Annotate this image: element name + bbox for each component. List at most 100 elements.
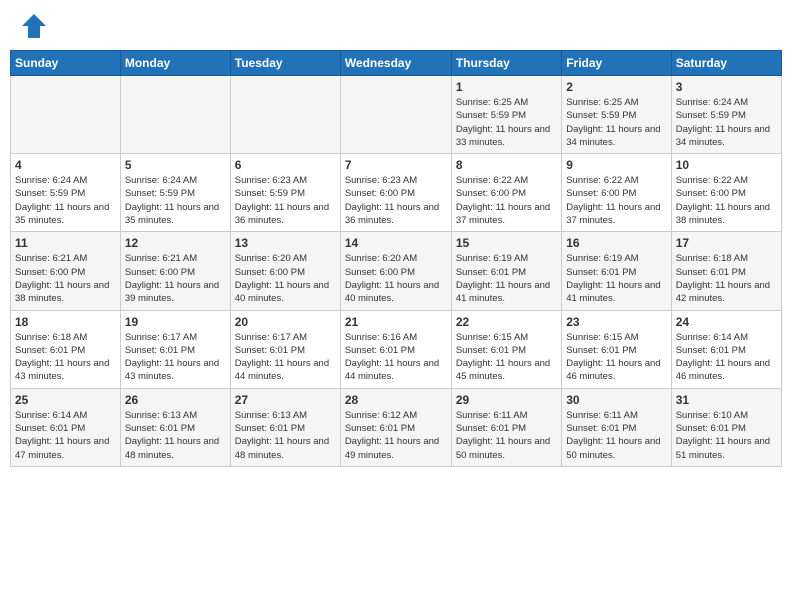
day-number: 27: [235, 393, 336, 407]
day-info: Sunrise: 6:19 AM Sunset: 6:01 PM Dayligh…: [566, 252, 666, 305]
calendar-cell: 14 Sunrise: 6:20 AM Sunset: 6:00 PM Dayli…: [340, 232, 451, 310]
day-number: 1: [456, 80, 557, 94]
calendar-cell: 24 Sunrise: 6:14 AM Sunset: 6:01 PM Dayli…: [671, 310, 781, 388]
calendar-header-row: SundayMondayTuesdayWednesdayThursdayFrid…: [11, 51, 782, 76]
calendar-cell: 19 Sunrise: 6:17 AM Sunset: 6:01 PM Dayli…: [120, 310, 230, 388]
calendar-cell: 9 Sunrise: 6:22 AM Sunset: 6:00 PM Daylig…: [562, 154, 671, 232]
day-info: Sunrise: 6:21 AM Sunset: 6:00 PM Dayligh…: [15, 252, 116, 305]
day-number: 23: [566, 315, 666, 329]
day-info: Sunrise: 6:22 AM Sunset: 6:00 PM Dayligh…: [676, 174, 777, 227]
calendar-cell: 22Sunrise: 6:15 AM Sunset: 6:01 PM Dayli…: [451, 310, 561, 388]
weekday-header: Tuesday: [230, 51, 340, 76]
calendar-cell: 6 Sunrise: 6:23 AM Sunset: 5:59 PM Daylig…: [230, 154, 340, 232]
day-info: Sunrise: 6:25 AM Sunset: 5:59 PM Dayligh…: [566, 96, 666, 149]
day-info: Sunrise: 6:24 AM Sunset: 5:59 PM Dayligh…: [15, 174, 116, 227]
page-header: [10, 10, 782, 42]
day-info: Sunrise: 6:18 AM Sunset: 6:01 PM Dayligh…: [676, 252, 777, 305]
weekday-header: Wednesday: [340, 51, 451, 76]
calendar-cell: [230, 76, 340, 154]
calendar-cell: 28 Sunrise: 6:12 AM Sunset: 6:01 PM Dayli…: [340, 388, 451, 466]
day-number: 5: [125, 158, 226, 172]
day-number: 21: [345, 315, 447, 329]
calendar-cell: 5 Sunrise: 6:24 AM Sunset: 5:59 PM Daylig…: [120, 154, 230, 232]
weekday-header: Sunday: [11, 51, 121, 76]
day-info: Sunrise: 6:22 AM Sunset: 6:00 PM Dayligh…: [456, 174, 557, 227]
day-info: Sunrise: 6:17 AM Sunset: 6:01 PM Dayligh…: [235, 331, 336, 384]
day-info: Sunrise: 6:12 AM Sunset: 6:01 PM Dayligh…: [345, 409, 447, 462]
day-number: 28: [345, 393, 447, 407]
calendar-cell: 26Sunrise: 6:13 AM Sunset: 6:01 PM Dayli…: [120, 388, 230, 466]
day-info: Sunrise: 6:17 AM Sunset: 6:01 PM Dayligh…: [125, 331, 226, 384]
day-number: 16: [566, 236, 666, 250]
weekday-header: Friday: [562, 51, 671, 76]
day-number: 2: [566, 80, 666, 94]
day-info: Sunrise: 6:15 AM Sunset: 6:01 PM Dayligh…: [566, 331, 666, 384]
calendar-cell: 20 Sunrise: 6:17 AM Sunset: 6:01 PM Dayli…: [230, 310, 340, 388]
day-number: 19: [125, 315, 226, 329]
calendar-cell: 16 Sunrise: 6:19 AM Sunset: 6:01 PM Dayli…: [562, 232, 671, 310]
calendar-cell: 30Sunrise: 6:11 AM Sunset: 6:01 PM Dayli…: [562, 388, 671, 466]
day-number: 14: [345, 236, 447, 250]
calendar-cell: 23 Sunrise: 6:15 AM Sunset: 6:01 PM Dayli…: [562, 310, 671, 388]
day-info: Sunrise: 6:11 AM Sunset: 6:01 PM Dayligh…: [456, 409, 557, 462]
day-info: Sunrise: 6:14 AM Sunset: 6:01 PM Dayligh…: [15, 409, 116, 462]
day-number: 20: [235, 315, 336, 329]
calendar-cell: 10 Sunrise: 6:22 AM Sunset: 6:00 PM Dayli…: [671, 154, 781, 232]
day-info: Sunrise: 6:23 AM Sunset: 5:59 PM Dayligh…: [235, 174, 336, 227]
day-number: 30: [566, 393, 666, 407]
calendar-cell: [11, 76, 121, 154]
logo: [14, 10, 50, 42]
day-number: 9: [566, 158, 666, 172]
day-number: 13: [235, 236, 336, 250]
day-number: 25: [15, 393, 116, 407]
calendar-cell: 4 Sunrise: 6:24 AM Sunset: 5:59 PM Daylig…: [11, 154, 121, 232]
day-info: Sunrise: 6:14 AM Sunset: 6:01 PM Dayligh…: [676, 331, 777, 384]
day-number: 10: [676, 158, 777, 172]
calendar-cell: 29 Sunrise: 6:11 AM Sunset: 6:01 PM Dayli…: [451, 388, 561, 466]
weekday-header: Monday: [120, 51, 230, 76]
day-number: 7: [345, 158, 447, 172]
day-number: 6: [235, 158, 336, 172]
calendar-cell: 15 Sunrise: 6:19 AM Sunset: 6:01 PM Dayli…: [451, 232, 561, 310]
day-number: 3: [676, 80, 777, 94]
calendar-week-row: 4 Sunrise: 6:24 AM Sunset: 5:59 PM Daylig…: [11, 154, 782, 232]
day-number: 11: [15, 236, 116, 250]
calendar-cell: 3 Sunrise: 6:24 AM Sunset: 5:59 PM Daylig…: [671, 76, 781, 154]
calendar-table: SundayMondayTuesdayWednesdayThursdayFrid…: [10, 50, 782, 467]
weekday-header: Thursday: [451, 51, 561, 76]
day-info: Sunrise: 6:24 AM Sunset: 5:59 PM Dayligh…: [676, 96, 777, 149]
day-number: 17: [676, 236, 777, 250]
day-number: 12: [125, 236, 226, 250]
calendar-week-row: 18Sunrise: 6:18 AM Sunset: 6:01 PM Dayli…: [11, 310, 782, 388]
calendar-cell: 13Sunrise: 6:20 AM Sunset: 6:00 PM Dayli…: [230, 232, 340, 310]
day-number: 29: [456, 393, 557, 407]
day-info: Sunrise: 6:18 AM Sunset: 6:01 PM Dayligh…: [15, 331, 116, 384]
day-number: 24: [676, 315, 777, 329]
day-number: 4: [15, 158, 116, 172]
calendar-week-row: 1 Sunrise: 6:25 AM Sunset: 5:59 PM Daylig…: [11, 76, 782, 154]
calendar-week-row: 11 Sunrise: 6:21 AM Sunset: 6:00 PM Dayli…: [11, 232, 782, 310]
day-info: Sunrise: 6:20 AM Sunset: 6:00 PM Dayligh…: [345, 252, 447, 305]
day-info: Sunrise: 6:24 AM Sunset: 5:59 PM Dayligh…: [125, 174, 226, 227]
day-info: Sunrise: 6:19 AM Sunset: 6:01 PM Dayligh…: [456, 252, 557, 305]
calendar-cell: 21 Sunrise: 6:16 AM Sunset: 6:01 PM Dayli…: [340, 310, 451, 388]
calendar-cell: 11 Sunrise: 6:21 AM Sunset: 6:00 PM Dayli…: [11, 232, 121, 310]
logo-icon: [18, 10, 50, 42]
calendar-cell: 2 Sunrise: 6:25 AM Sunset: 5:59 PM Daylig…: [562, 76, 671, 154]
day-info: Sunrise: 6:16 AM Sunset: 6:01 PM Dayligh…: [345, 331, 447, 384]
day-info: Sunrise: 6:13 AM Sunset: 6:01 PM Dayligh…: [235, 409, 336, 462]
day-number: 8: [456, 158, 557, 172]
day-info: Sunrise: 6:21 AM Sunset: 6:00 PM Dayligh…: [125, 252, 226, 305]
calendar-cell: [340, 76, 451, 154]
day-number: 26: [125, 393, 226, 407]
day-info: Sunrise: 6:22 AM Sunset: 6:00 PM Dayligh…: [566, 174, 666, 227]
calendar-cell: 7Sunrise: 6:23 AM Sunset: 6:00 PM Daylig…: [340, 154, 451, 232]
day-number: 15: [456, 236, 557, 250]
calendar-cell: 12 Sunrise: 6:21 AM Sunset: 6:00 PM Dayli…: [120, 232, 230, 310]
day-info: Sunrise: 6:10 AM Sunset: 6:01 PM Dayligh…: [676, 409, 777, 462]
day-info: Sunrise: 6:15 AM Sunset: 6:01 PM Dayligh…: [456, 331, 557, 384]
calendar-cell: 25 Sunrise: 6:14 AM Sunset: 6:01 PM Dayli…: [11, 388, 121, 466]
calendar-cell: [120, 76, 230, 154]
calendar-cell: 1Sunrise: 6:25 AM Sunset: 5:59 PM Daylig…: [451, 76, 561, 154]
calendar-cell: 31Sunrise: 6:10 AM Sunset: 6:01 PM Dayli…: [671, 388, 781, 466]
